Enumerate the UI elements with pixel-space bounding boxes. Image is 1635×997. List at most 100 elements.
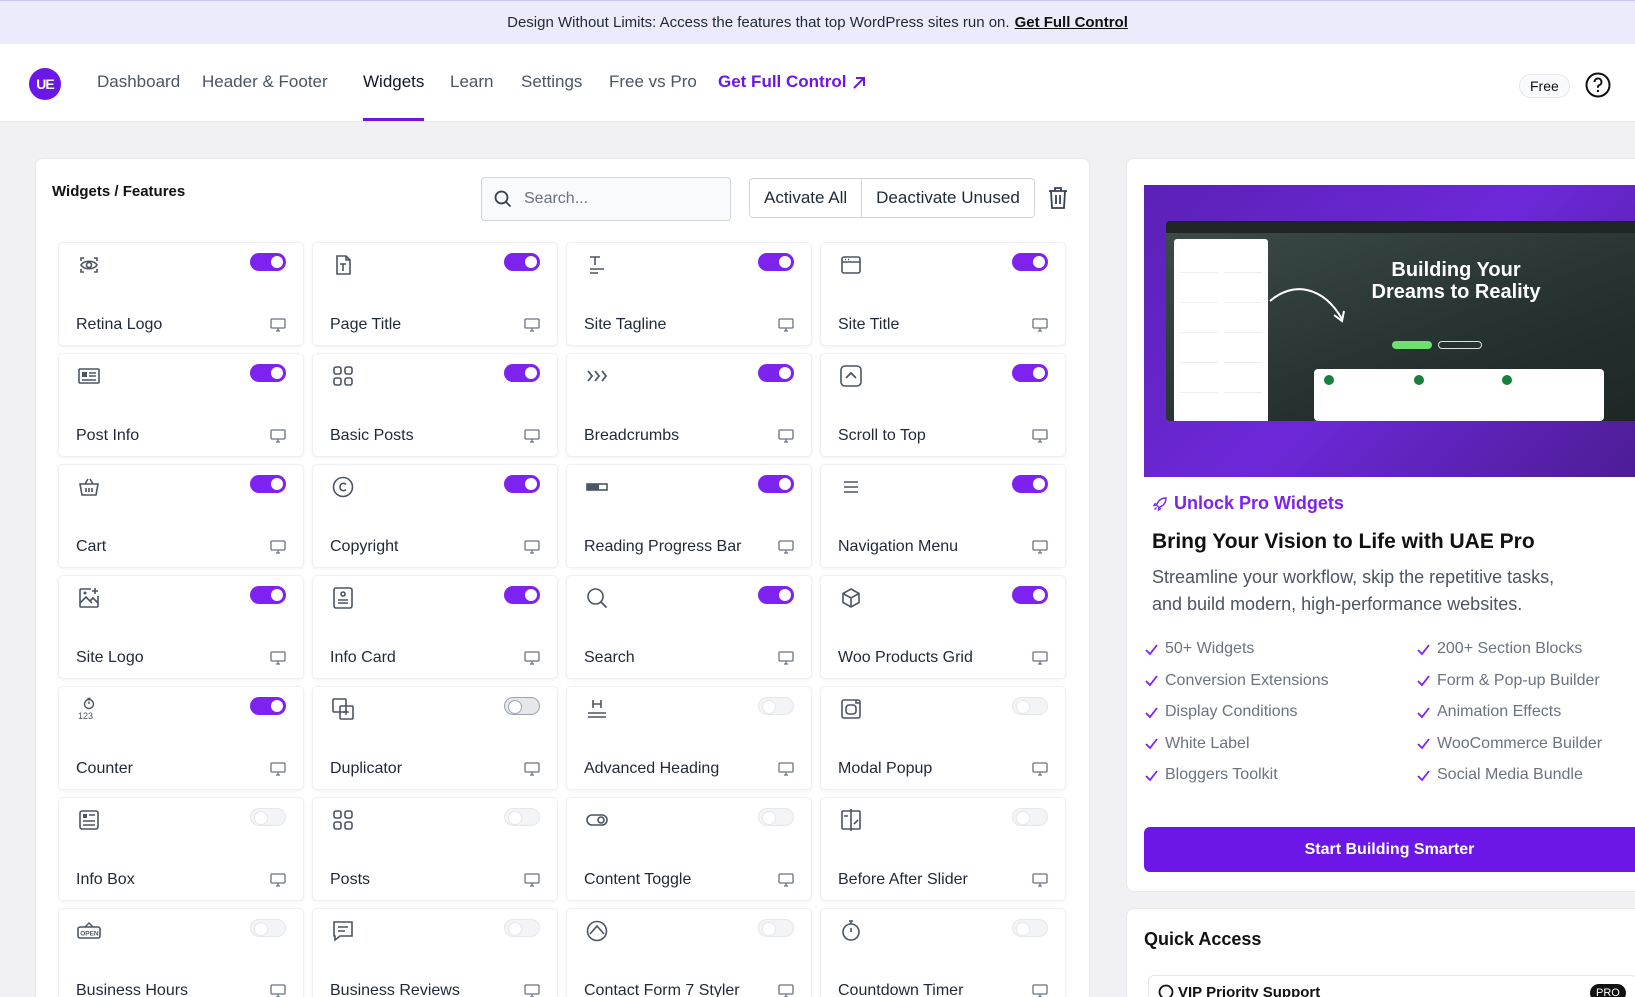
widget-card-advanced-heading[interactable]: Advanced Heading (566, 686, 812, 790)
widget-name: Business Hours (76, 982, 189, 997)
widget-card-duplicator[interactable]: Duplicator (312, 686, 558, 790)
widget-toggle[interactable] (250, 808, 286, 826)
widget-name: Content Toggle (584, 871, 692, 888)
widget-card-retina-logo[interactable]: Retina Logo (58, 242, 304, 346)
widget-toggle[interactable] (1012, 919, 1048, 937)
nav-free-vs-pro[interactable]: Free vs Pro (609, 72, 697, 92)
nav-settings[interactable]: Settings (521, 72, 582, 92)
svg-text:OPEN: OPEN (80, 931, 99, 938)
widget-toggle[interactable] (1012, 808, 1048, 826)
widget-toggle[interactable] (250, 697, 286, 715)
widget-name: Site Logo (76, 649, 144, 666)
desktop-icon (1032, 540, 1048, 554)
logo[interactable]: UE (29, 68, 61, 100)
widget-toggle[interactable] (250, 364, 286, 382)
desktop-icon (1032, 873, 1048, 887)
widget-card-posts[interactable]: Posts (312, 797, 558, 901)
widget-card-contact-form-7-styler[interactable]: Contact Form 7 Styler (566, 908, 812, 997)
nav-learn[interactable]: Learn (450, 72, 493, 92)
widget-toggle[interactable] (1012, 697, 1048, 715)
desktop-icon (1032, 429, 1048, 443)
desktop-icon (524, 318, 540, 332)
widget-card-search[interactable]: Search (566, 575, 812, 679)
widget-toggle[interactable] (504, 586, 540, 604)
widget-name: Business Reviews (330, 982, 460, 997)
start-building-button[interactable]: Start Building Smarter (1144, 827, 1635, 872)
widget-card-business-reviews[interactable]: Business Reviews (312, 908, 558, 997)
widget-toggle[interactable] (1012, 586, 1048, 604)
widget-toggle[interactable] (1012, 253, 1048, 271)
widget-card-info-box[interactable]: Info Box (58, 797, 304, 901)
widget-card-reading-progress-bar[interactable]: Reading Progress Bar (566, 464, 812, 568)
widget-toggle[interactable] (504, 808, 540, 826)
search-box[interactable] (481, 177, 731, 221)
widget-card-business-hours[interactable]: OPEN Business Hours (58, 908, 304, 997)
widget-toggle[interactable] (250, 586, 286, 604)
review-icon (330, 918, 356, 944)
widget-toggle[interactable] (1012, 475, 1048, 493)
deactivate-unused-button[interactable]: Deactivate Unused (861, 179, 1034, 217)
help-icon[interactable] (1585, 72, 1611, 98)
banner-link[interactable]: Get Full Control (1015, 14, 1128, 31)
widget-toggle[interactable] (758, 808, 794, 826)
widget-toggle[interactable] (250, 475, 286, 493)
widget-toggle[interactable] (758, 253, 794, 271)
preview-cell (1180, 309, 1218, 333)
scroll-up-icon (838, 363, 864, 389)
nav-get-full-control[interactable]: Get Full Control (718, 72, 846, 92)
desktop-icon (524, 984, 540, 997)
arrow-up-right-icon[interactable] (850, 74, 868, 92)
widget-card-content-toggle[interactable]: Content Toggle (566, 797, 812, 901)
plan-badge: Free (1519, 74, 1570, 98)
widget-toggle[interactable] (250, 253, 286, 271)
widget-card-cart[interactable]: Cart (58, 464, 304, 568)
widget-toggle[interactable] (758, 586, 794, 604)
widget-toggle[interactable] (250, 919, 286, 937)
nav-widgets[interactable]: Widgets (363, 72, 424, 92)
widget-card-before-after-slider[interactable]: Before After Slider (820, 797, 1066, 901)
widget-card-counter[interactable]: 123 Counter (58, 686, 304, 790)
pro-feature-label: Form & Pop-up Builder (1437, 671, 1600, 689)
widget-card-copyright[interactable]: Copyright (312, 464, 558, 568)
browser-window-icon (838, 252, 864, 278)
nav-dashboard[interactable]: Dashboard (97, 72, 180, 92)
desktop-icon (270, 429, 286, 443)
nav-header-footer[interactable]: Header & Footer (202, 72, 328, 92)
pro-feature-label: 50+ Widgets (1165, 640, 1255, 657)
widget-name: Search (584, 649, 635, 666)
widget-toggle[interactable] (758, 697, 794, 715)
widget-card-breadcrumbs[interactable]: Breadcrumbs (566, 353, 812, 457)
widget-toggle[interactable] (504, 253, 540, 271)
check-icon (1417, 738, 1430, 750)
widget-card-site-title[interactable]: Site Title (820, 242, 1066, 346)
widget-card-countdown-timer[interactable]: Countdown Timer (820, 908, 1066, 997)
widget-card-scroll-to-top[interactable]: Scroll to Top (820, 353, 1066, 457)
info-box-icon (76, 807, 102, 833)
preview-cell (1224, 399, 1262, 421)
desktop-icon (778, 984, 794, 997)
trash-icon[interactable] (1047, 186, 1069, 210)
widget-card-site-logo[interactable]: Site Logo (58, 575, 304, 679)
widget-toggle[interactable] (504, 475, 540, 493)
search-input[interactable] (524, 190, 714, 208)
counter-icon: 123 (76, 696, 102, 722)
widget-name: Retina Logo (76, 316, 163, 333)
activate-all-button[interactable]: Activate All (750, 179, 861, 217)
widget-card-page-title[interactable]: Page Title (312, 242, 558, 346)
widget-card-site-tagline[interactable]: Site Tagline (566, 242, 812, 346)
widget-toggle[interactable] (504, 364, 540, 382)
widget-name: Reading Progress Bar (584, 538, 742, 555)
widget-card-navigation-menu[interactable]: Navigation Menu (820, 464, 1066, 568)
widget-toggle[interactable] (504, 697, 540, 715)
widget-toggle[interactable] (758, 475, 794, 493)
widget-card-woo-products-grid[interactable]: Woo Products Grid (820, 575, 1066, 679)
widget-toggle[interactable] (1012, 364, 1048, 382)
widget-card-info-card[interactable]: Info Card (312, 575, 558, 679)
widget-toggle[interactable] (504, 919, 540, 937)
pro-feature: 200+ Section Blocks (1416, 640, 1582, 658)
widget-toggle[interactable] (758, 364, 794, 382)
widget-card-modal-popup[interactable]: Modal Popup (820, 686, 1066, 790)
widget-toggle[interactable] (758, 919, 794, 937)
widget-card-basic-posts[interactable]: Basic Posts (312, 353, 558, 457)
widget-card-post-info[interactable]: Post Info (58, 353, 304, 457)
